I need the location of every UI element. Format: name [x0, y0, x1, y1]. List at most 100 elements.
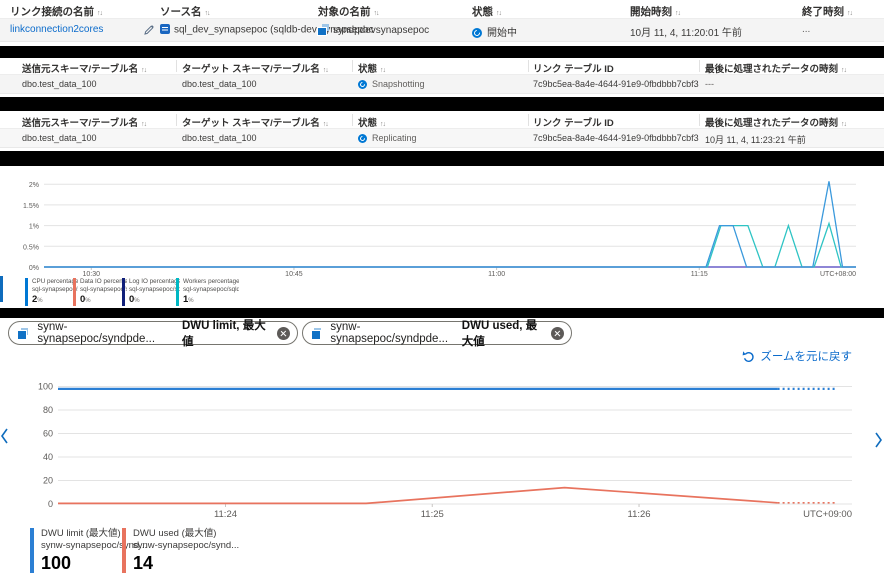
column-header-start-time[interactable]: 開始時刻↑↓ — [630, 4, 680, 19]
sort-icon: ↑↓ — [841, 67, 846, 74]
snapshotting-status-icon — [358, 80, 367, 89]
column-header-label: 終了時刻 — [802, 6, 844, 18]
link-connection-name-link[interactable]: linkconnection2cores — [10, 24, 103, 35]
legend-unit: % — [134, 298, 139, 304]
end-time-cell: ... — [802, 24, 810, 35]
svg-text:11:26: 11:26 — [627, 509, 650, 520]
remove-filter-icon[interactable] — [551, 327, 564, 340]
column-header-target-schema[interactable]: ターゲット スキーマ/テーブル名↑↓ — [182, 61, 328, 75]
scroll-right-chevron-icon[interactable] — [873, 430, 883, 450]
pill-resource-text: synw-synapsepoc/syndpde... — [37, 321, 177, 345]
sort-icon: ↑↓ — [323, 67, 328, 74]
source-schema-cell: dbo.test_data_100 — [22, 133, 97, 143]
legend-unit: % — [188, 298, 193, 304]
legend-resource: synw-synapsepoc/synd... — [133, 540, 239, 552]
link-connection-table: リンク接続の名前↑↓ ソース名↑↓ 対象の名前↑↓ 状態↑↓ 開始時刻↑↓ 終了… — [0, 0, 884, 46]
remove-filter-icon[interactable] — [277, 327, 290, 340]
sql-db-metrics-chart-card: 0%0.5%1%1.5%2%10:3010:4511:0011:15UTC+08… — [0, 166, 884, 308]
sort-icon: ↑↓ — [380, 121, 385, 128]
legend-item-cpu-percentage[interactable]: CPU percentage (最大値 sql-synapsepoc/sqldb… — [25, 278, 78, 306]
reset-zoom-button[interactable]: ズームを元に戻す — [742, 348, 852, 364]
column-header-label: リンク接続の名前 — [10, 6, 94, 18]
selection-indicator-bar — [0, 276, 3, 302]
legend-item-data-io-percentage[interactable]: Data IO percentage (... sql-synapsepoc/s… — [73, 278, 127, 306]
undo-icon — [742, 350, 755, 363]
sort-icon: ↑↓ — [141, 121, 146, 128]
legend-resource: sql-synapsepoc/sqldb... — [129, 286, 180, 294]
dwu-metrics-chart-card: synw-synapsepoc/syndpde... DWU limit, 最大… — [0, 318, 884, 573]
status-text: Snapshotting — [372, 79, 425, 89]
divider-band — [0, 46, 884, 58]
sql-pool-icon — [312, 328, 321, 339]
target-name-text: syndpdevsynapsepoc — [333, 25, 429, 36]
sql-db-metrics-chart[interactable]: 0%0.5%1%1.5%2%10:3010:4511:0011:15UTC+08… — [0, 166, 884, 278]
svg-text:0.5%: 0.5% — [23, 244, 39, 251]
legend-unit: % — [37, 298, 42, 304]
sort-icon: ↑↓ — [204, 10, 209, 17]
snapshot-table: 送信元スキーマ/テーブル名↑↓ ターゲット スキーマ/テーブル名↑↓ 状態↑↓ … — [0, 58, 884, 97]
status-text: 開始中 — [487, 28, 517, 39]
sort-icon: ↑↓ — [380, 67, 385, 74]
legend-resource: sql-synapsepoc/sqldb... — [183, 286, 239, 294]
column-header-label: 状態 — [472, 6, 493, 18]
status-cell: 開始中 — [472, 24, 517, 39]
svg-text:0: 0 — [48, 499, 53, 509]
column-header-source-schema[interactable]: 送信元スキーマ/テーブル名↑↓ — [22, 61, 146, 75]
sort-icon: ↑↓ — [97, 10, 102, 17]
sort-icon: ↑↓ — [847, 10, 852, 17]
legend-label: Data IO percentage (... — [80, 278, 127, 286]
svg-text:20: 20 — [43, 476, 53, 486]
legend-resource: sql-synapsepoc/sqldb... — [80, 286, 127, 294]
column-header-last-processed[interactable]: 最後に処理されたデータの時刻↑↓ — [705, 115, 846, 129]
status-cell: Replicating — [358, 133, 417, 143]
metric-filter-pill-dwu-limit[interactable]: synw-synapsepoc/syndpde... DWU limit, 最大… — [8, 321, 298, 345]
column-header-label: 対象の名前 — [318, 6, 371, 18]
legend-resource: sql-synapsepoc/sqldb... — [32, 286, 78, 294]
svg-text:1.5%: 1.5% — [23, 203, 39, 210]
svg-text:2%: 2% — [29, 182, 39, 189]
pill-metric-text: DWU limit, 最大値 — [182, 317, 272, 349]
column-header-source-name[interactable]: ソース名↑↓ — [160, 4, 209, 19]
column-header-link-table-id[interactable]: リンク テーブル ID — [533, 115, 614, 129]
legend-item-log-io-percentage[interactable]: Log IO percentage (最大 sql-synapsepoc/sql… — [122, 278, 180, 306]
column-header-target-schema[interactable]: ターゲット スキーマ/テーブル名↑↓ — [182, 115, 328, 129]
column-header-status[interactable]: 状態↑↓ — [472, 4, 501, 19]
status-text: Replicating — [372, 133, 417, 143]
legend-item-dwu-used[interactable]: DWU used (最大値) synw-synapsepoc/synd... 1… — [122, 528, 239, 573]
source-schema-cell: dbo.test_data_100 — [22, 79, 97, 89]
target-schema-cell: dbo.test_data_100 — [182, 133, 257, 143]
svg-text:11:24: 11:24 — [214, 509, 237, 520]
svg-text:UTC+09:00: UTC+09:00 — [803, 509, 852, 520]
metric-filter-pill-dwu-used[interactable]: synw-synapsepoc/syndpde... DWU used, 最大値 — [302, 321, 572, 345]
scroll-left-chevron-icon[interactable] — [0, 426, 10, 446]
dwu-chart[interactable]: 02040608010011:2411:2511:26UTC+09:00 — [0, 370, 884, 522]
sort-icon: ↑↓ — [374, 10, 379, 17]
table-row: dbo.test_data_100 dbo.test_data_100 Snap… — [0, 75, 884, 94]
svg-text:11:25: 11:25 — [421, 509, 444, 520]
column-header-end-time[interactable]: 終了時刻↑↓ — [802, 4, 852, 19]
table-row: dbo.test_data_100 dbo.test_data_100 Repl… — [0, 129, 884, 148]
column-header-status[interactable]: 状態↑↓ — [358, 61, 385, 75]
edit-pencil-icon[interactable] — [143, 23, 155, 41]
column-header-label: ソース名 — [160, 6, 201, 18]
column-header-last-processed[interactable]: 最後に処理されたデータの時刻↑↓ — [705, 61, 846, 75]
column-header-link-table-id[interactable]: リンク テーブル ID — [533, 61, 614, 75]
column-header-link-connection-name[interactable]: リンク接続の名前↑↓ — [10, 4, 102, 19]
column-header-status[interactable]: 状態↑↓ — [358, 115, 385, 129]
sql-pool-icon — [18, 328, 28, 339]
svg-text:40: 40 — [43, 452, 53, 462]
table-row: linkconnection2cores sql_dev_synapsepoc … — [0, 19, 884, 42]
svg-text:11:00: 11:00 — [488, 271, 505, 278]
last-processed-cell: --- — [705, 79, 714, 89]
column-header-source-schema[interactable]: 送信元スキーマ/テーブル名↑↓ — [22, 115, 146, 129]
legend-value: 14 — [133, 553, 239, 573]
legend-item-workers-percentage[interactable]: Workers percentage (... sql-synapsepoc/s… — [176, 278, 239, 306]
link-table-id-cell: 7c9bc5ea-8a4e-4644-91e9-0fbdbbb7cbf3 — [533, 79, 699, 89]
target-name-cell: syndpdevsynapsepoc — [318, 24, 429, 36]
sql-database-icon — [160, 24, 170, 34]
legend-label: Workers percentage (... — [183, 278, 239, 286]
column-header-target-name[interactable]: 対象の名前↑↓ — [318, 4, 379, 19]
divider-band — [0, 151, 884, 166]
pill-metric-text: DWU used, 最大値 — [462, 317, 546, 349]
svg-text:80: 80 — [43, 405, 53, 415]
